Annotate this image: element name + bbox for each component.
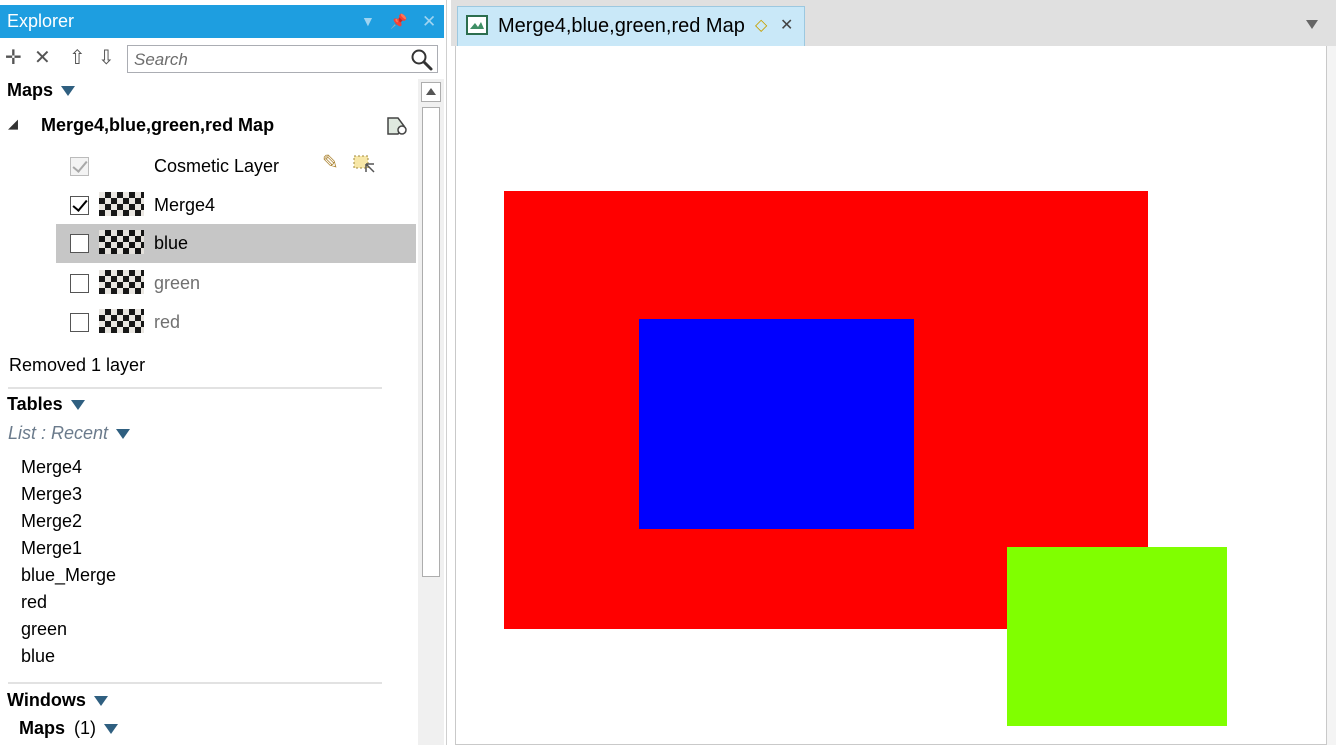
chevron-down-icon[interactable] [70,400,85,411]
map-options-icon[interactable] [384,114,410,138]
explorer-toolbar: ✛ ✕ ⇧ ⇩ [0,42,444,76]
close-panel-icon[interactable]: ✕ [422,5,436,38]
modified-diamond-icon: ◇ [755,17,768,34]
search-input[interactable] [132,48,406,72]
table-item[interactable]: red [21,589,47,616]
layer-name: Cosmetic Layer [154,156,280,176]
layer-row-merge4[interactable]: Merge4 [56,186,416,225]
search-box [127,45,438,73]
windows-maps-count: (1) [74,718,97,738]
layer-row-red[interactable]: red [56,303,416,342]
layer-style-swatch[interactable] [99,192,144,216]
chevron-down-icon[interactable] [93,696,108,707]
layer-row-cosmetic[interactable]: Cosmetic Layer ✎ [56,147,416,186]
map-canvas[interactable] [455,46,1327,745]
document-tabstrip: Merge4,blue,green,red Map ◇ ✕ [451,0,1336,46]
map-tree-item[interactable]: Merge4,blue,green,red Map [41,115,274,136]
layer-name: Merge4 [154,195,216,215]
maps-section-header[interactable]: Maps [7,80,76,101]
edit-pencil-icon[interactable]: ✎ [322,150,339,175]
chevron-down-icon[interactable] [61,86,76,97]
divider [8,387,382,389]
scroll-up-button[interactable] [421,82,441,102]
windows-section-header[interactable]: Windows [7,690,108,711]
add-icon[interactable]: ✛ [5,46,22,70]
map-feature-blue[interactable] [639,319,914,529]
scroll-thumb[interactable] [422,107,440,577]
map-feature-green[interactable] [1007,547,1227,726]
table-item[interactable]: blue [21,643,55,670]
layer-style-swatch[interactable] [99,230,144,254]
layer-visibility-checkbox[interactable] [70,157,89,176]
list-filter-dropdown[interactable]: List : Recent [8,423,131,444]
status-message: Removed 1 layer [9,355,146,375]
layer-row-blue[interactable]: blue [56,224,416,263]
layer-visibility-checkbox[interactable] [70,274,89,293]
map-name: Merge4,blue,green,red Map [41,115,275,135]
table-item[interactable]: Merge3 [21,481,82,508]
table-item[interactable]: Merge2 [21,508,82,535]
explorer-title: Explorer [7,11,75,31]
panel-menu-icon[interactable]: ▼ [361,5,375,38]
map-window-icon [466,15,488,35]
windows-maps-label: Maps [19,718,66,738]
move-down-icon[interactable]: ⇩ [98,46,115,70]
move-up-icon[interactable]: ⇧ [69,46,86,70]
tab-title: Merge4,blue,green,red Map [498,15,745,37]
chevron-down-icon[interactable] [104,724,119,735]
windows-maps-group[interactable]: Maps (1) [19,718,119,739]
layer-name: green [154,273,201,293]
divider [8,682,382,684]
collapse-triangle-icon[interactable]: ◢ [8,116,18,132]
layer-visibility-checkbox[interactable] [70,313,89,332]
tables-section-header[interactable]: Tables [7,394,85,415]
layer-name: blue [154,233,189,253]
windows-header-label: Windows [7,690,86,710]
layer-visibility-checkbox[interactable] [70,234,89,253]
pin-icon[interactable]: 📌 [390,5,407,38]
layer-visibility-checkbox[interactable] [70,196,89,215]
maps-header-label: Maps [7,80,54,100]
table-item[interactable]: Merge4 [21,454,82,481]
explorer-panel: Explorer ▼ 📌 ✕ ✛ ✕ ⇧ ⇩ Maps ◢ Merge4,blu… [0,0,447,745]
layer-style-swatch[interactable] [99,270,144,294]
layer-row-green[interactable]: green [56,264,416,303]
table-item[interactable]: blue_Merge [21,562,116,589]
remove-icon[interactable]: ✕ [34,46,51,70]
search-icon[interactable] [410,48,434,72]
list-filter-label: List : Recent [8,423,109,443]
close-tab-icon[interactable]: ✕ [780,7,793,45]
explorer-scrollbar[interactable] [418,79,444,745]
layer-name: red [154,312,181,332]
tab-list-dropdown-icon[interactable] [1306,20,1318,29]
chevron-down-icon[interactable] [116,429,131,440]
explorer-title-bar: Explorer ▼ 📌 ✕ [0,5,444,38]
window-edge [1327,46,1336,745]
table-item[interactable]: green [21,616,67,643]
table-item[interactable]: Merge1 [21,535,82,562]
select-region-icon[interactable] [352,152,376,176]
map-document-tab[interactable]: Merge4,blue,green,red Map ◇ ✕ [457,6,805,46]
tables-header-label: Tables [7,394,63,414]
layer-style-swatch[interactable] [99,309,144,333]
